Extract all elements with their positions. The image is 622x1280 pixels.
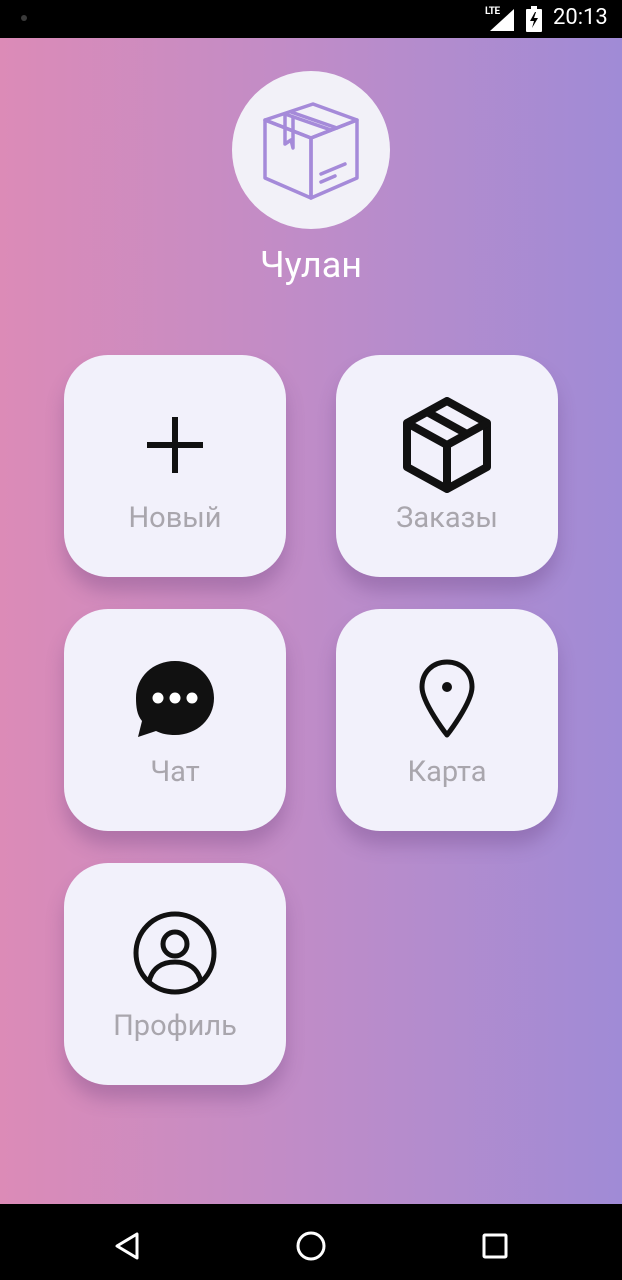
app-title: Чулан [259,244,363,286]
battery-charging-icon [526,6,542,32]
tile-profile[interactable]: Профиль [64,863,286,1085]
app-logo [232,71,390,229]
tile-map-label: Карта [407,755,487,789]
tile-new-label: Новый [128,501,222,535]
user-circle-icon [133,911,217,995]
home-circle-icon [296,1231,326,1261]
recents-square-icon [482,1233,508,1259]
box-icon [403,397,491,493]
navigation-bar [0,1204,622,1280]
tile-map[interactable]: Карта [336,609,558,831]
tile-new[interactable]: Новый [64,355,286,577]
app-screen: Чулан Новый Заказы Чат Карта Профиль [0,38,622,1204]
chat-bubble-icon [136,661,214,737]
plus-icon [147,417,203,473]
package-icon [263,102,359,200]
back-button[interactable] [107,1226,147,1266]
signal-icon [490,9,514,31]
recents-button[interactable] [475,1226,515,1266]
status-bar: LTE 20:13 [0,0,622,38]
tile-orders-label: Заказы [396,501,498,535]
tile-chat-label: Чат [150,755,200,789]
tile-chat[interactable]: Чат [64,609,286,831]
status-time: 20:13 [553,5,608,30]
back-triangle-icon [115,1232,139,1260]
tile-orders[interactable]: Заказы [336,355,558,577]
notification-dot-icon [21,15,27,21]
home-button[interactable] [291,1226,331,1266]
tile-profile-label: Профиль [113,1009,237,1043]
map-pin-icon [419,659,475,738]
